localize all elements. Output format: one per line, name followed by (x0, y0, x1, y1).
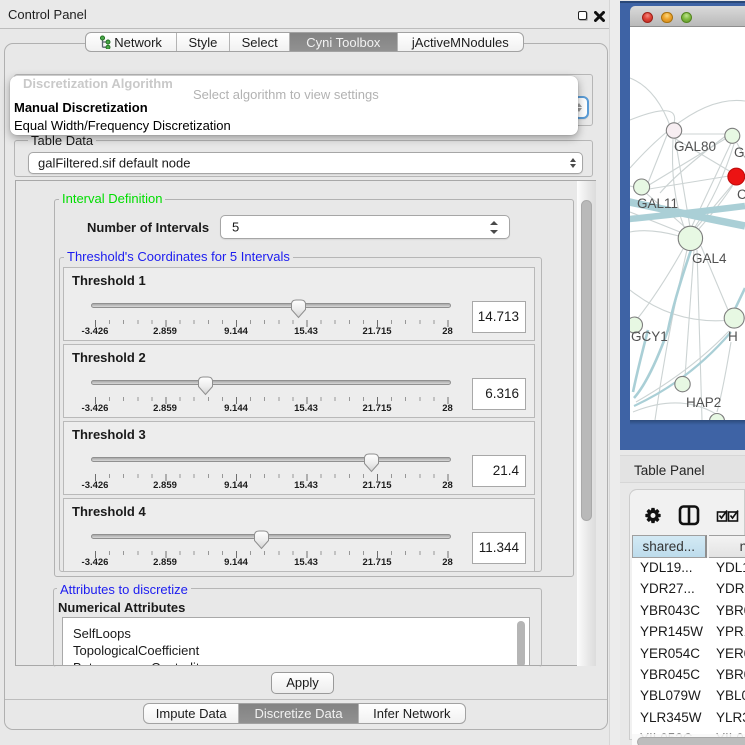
svg-text:C: C (737, 187, 745, 202)
svg-text:HAP2: HAP2 (686, 395, 721, 410)
svg-text:H: H (728, 329, 738, 344)
svg-text:GCY1: GCY1 (631, 329, 668, 344)
svg-text:GAL11: GAL11 (637, 196, 678, 211)
svg-text:GAL4: GAL4 (692, 251, 727, 266)
svg-text:GAL80: GAL80 (674, 139, 716, 154)
svg-text:GA: GA (734, 145, 745, 160)
